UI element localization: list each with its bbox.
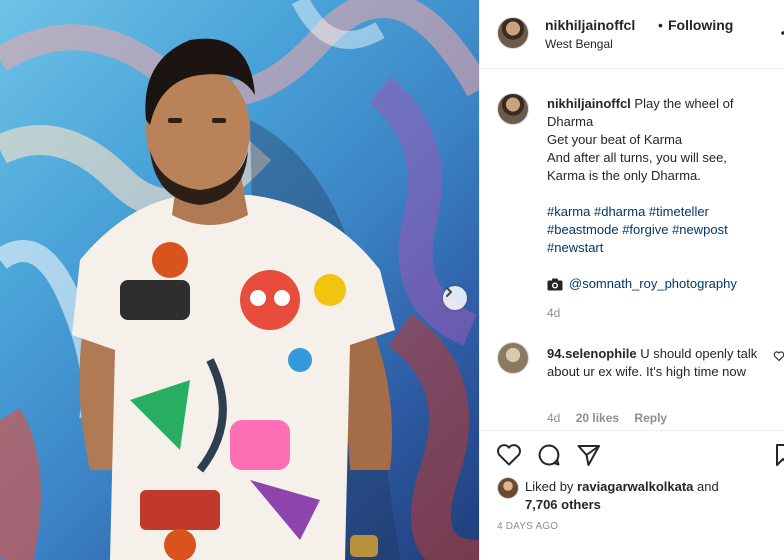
post-actions-section: Liked by raviagarwalkolkata and 7,706 ot… xyxy=(480,430,784,560)
hashtag-link[interactable]: #forgive xyxy=(622,222,668,237)
caption-line: Karma is the only Dharma. xyxy=(547,168,701,183)
post-details-panel: nikhiljainoffcl • Following West Bengal … xyxy=(479,0,784,560)
next-photo-button[interactable] xyxy=(443,286,467,310)
photo-credit: @somnath_roy_photography xyxy=(547,275,737,293)
reply-button[interactable]: Reply xyxy=(634,411,667,425)
hashtag-list: #karma #dharma #timeteller #beastmode #f… xyxy=(547,203,782,257)
commenter-username[interactable]: 94.selenophile xyxy=(547,346,637,361)
post-header: nikhiljainoffcl • Following West Bengal xyxy=(480,0,784,69)
post-date[interactable]: 4 DAYS AGO xyxy=(497,521,558,532)
camera-icon xyxy=(547,278,563,290)
post-image xyxy=(0,0,479,560)
bookmark-icon[interactable] xyxy=(775,443,784,467)
liked-by-and: and xyxy=(697,479,719,494)
hashtag-link[interactable]: #newstart xyxy=(547,240,603,255)
caption-username[interactable]: nikhiljainoffcl xyxy=(547,96,631,111)
more-options-icon[interactable] xyxy=(778,27,784,39)
comment-like-heart-icon[interactable] xyxy=(773,350,784,362)
comment-text: 94.selenophile U should openly talk abou… xyxy=(547,345,772,381)
comment-meta: 4d 20 likes Reply xyxy=(547,411,667,425)
author-avatar[interactable] xyxy=(497,17,529,49)
commenter-avatar[interactable] xyxy=(497,342,529,374)
comment-timestamp[interactable]: 4d xyxy=(547,411,560,425)
author-username[interactable]: nikhiljainoffcl xyxy=(545,17,635,33)
comment-icon[interactable] xyxy=(536,443,562,467)
hashtag-link[interactable]: #beastmode xyxy=(547,222,619,237)
post-location[interactable]: West Bengal xyxy=(545,37,613,51)
heart-icon[interactable] xyxy=(496,443,522,467)
liker-username[interactable]: raviagarwalkolkata xyxy=(577,479,693,494)
liked-by-prefix: Liked by xyxy=(525,479,574,494)
liker-avatar[interactable] xyxy=(497,477,519,499)
post-photo[interactable] xyxy=(0,0,479,560)
share-icon[interactable] xyxy=(576,443,602,467)
hashtag-link[interactable]: #newpost xyxy=(672,222,728,237)
hashtag-link[interactable]: #timeteller xyxy=(649,204,709,219)
likes-summary: Liked by raviagarwalkolkata and 7,706 ot… xyxy=(525,478,775,514)
following-button[interactable]: Following xyxy=(668,17,733,33)
caption-line: And after all turns, you will see, xyxy=(547,150,727,165)
hashtag-link[interactable]: #karma xyxy=(547,204,590,219)
caption-avatar[interactable] xyxy=(497,93,529,125)
caption-timestamp[interactable]: 4d xyxy=(547,306,560,320)
others-likes-link[interactable]: 7,706 others xyxy=(525,497,601,512)
chevron-right-icon xyxy=(446,287,453,297)
hashtag-link[interactable]: #dharma xyxy=(594,204,645,219)
comment-likes-count[interactable]: 20 likes xyxy=(576,411,619,425)
caption-line: Get your beat of Karma xyxy=(547,132,683,147)
post-caption: nikhiljainoffcl Play the wheel of Dharma… xyxy=(547,95,782,185)
credit-mention-link[interactable]: @somnath_roy_photography xyxy=(569,275,737,293)
header-separator: • xyxy=(658,17,663,33)
